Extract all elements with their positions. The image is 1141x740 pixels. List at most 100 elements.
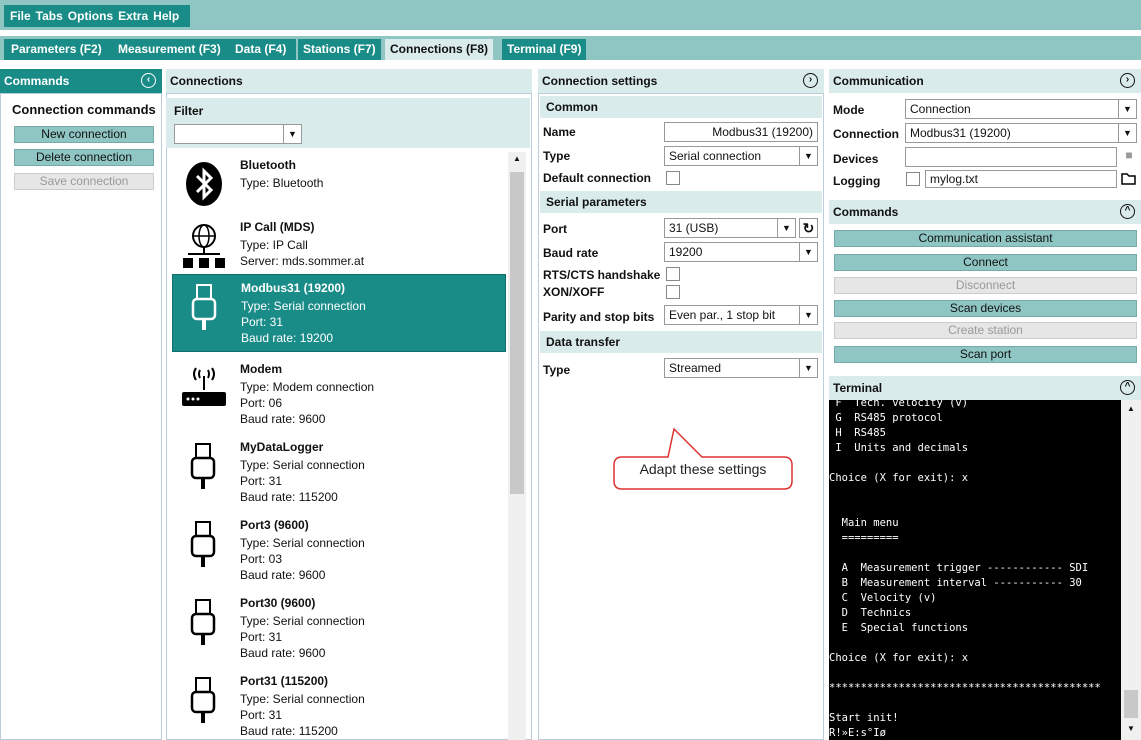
connection-value: Modbus31 (19200): [910, 126, 1011, 140]
transfer-type-value: Streamed: [669, 361, 722, 375]
communication-header: Communication ›: [829, 69, 1141, 93]
connection-name: Bluetooth: [240, 158, 296, 172]
connection-commands-title: Connection commands: [12, 102, 156, 117]
chevron-down-icon: ▼: [799, 306, 817, 324]
scrollbar-thumb[interactable]: [510, 172, 524, 494]
terminal-line: D Technics: [829, 607, 912, 619]
create-station-button[interactable]: Create station: [834, 322, 1137, 339]
transfer-type-select[interactable]: Streamed ▼: [664, 358, 818, 378]
expand-right-icon[interactable]: ›: [1120, 73, 1135, 88]
logging-file-field[interactable]: mylog.txt: [925, 170, 1117, 188]
tab-bar: Parameters (F2) Measurement (F3) Data (F…: [0, 36, 1141, 60]
menu-extra[interactable]: Extra: [118, 9, 148, 23]
right-commands-header: Commands ^: [829, 200, 1141, 224]
baud-rate-label: Baud rate: [543, 246, 599, 260]
parity-select[interactable]: Even par., 1 stop bit ▼: [664, 305, 818, 325]
terminal-title: Terminal: [833, 381, 883, 395]
connection-detail: Server: mds.sommer.at: [240, 254, 365, 268]
trash-icon[interactable]: ■: [1121, 148, 1137, 166]
scroll-up-icon[interactable]: ▲: [1121, 404, 1141, 413]
expand-right-icon[interactable]: ›: [803, 73, 818, 88]
collapse-up-icon[interactable]: ^: [1120, 380, 1135, 395]
connect-button[interactable]: Connect: [834, 254, 1137, 271]
list-item[interactable]: MyDataLogger Type: Serial connection Por…: [172, 434, 506, 512]
type-select[interactable]: Serial connection ▼: [664, 146, 818, 166]
communication-assistant-button[interactable]: Communication assistant: [834, 230, 1137, 247]
menu-help[interactable]: Help: [153, 9, 179, 23]
port-select[interactable]: 31 (USB) ▼: [664, 218, 796, 238]
tab-stations[interactable]: Stations (F7): [298, 39, 381, 60]
terminal-line: Main menu: [829, 517, 899, 529]
connection-detail: Type: Modem connection: [240, 380, 375, 394]
connection-detail: Type: IP Call: [240, 238, 308, 252]
scroll-up-icon[interactable]: ▲: [508, 154, 526, 163]
folder-icon[interactable]: [1120, 170, 1137, 186]
connections-scrollbar[interactable]: ▲: [508, 152, 526, 740]
tab-parameters[interactable]: Parameters (F2): [6, 39, 107, 60]
common-section: Common: [540, 96, 822, 118]
connection-select[interactable]: Modbus31 (19200) ▼: [905, 123, 1137, 143]
callout-text: Adapt these settings: [639, 461, 767, 477]
save-connection-button[interactable]: Save connection: [14, 173, 154, 190]
tab-measurement[interactable]: Measurement (F3): [113, 39, 226, 60]
scan-devices-button[interactable]: Scan devices: [834, 300, 1137, 317]
chevron-down-icon: ▼: [1118, 124, 1136, 142]
default-connection-label: Default connection: [543, 171, 652, 185]
tab-connections[interactable]: Connections (F8): [385, 39, 493, 60]
logging-label: Logging: [833, 174, 881, 188]
connection-detail: Type: Serial connection: [240, 536, 365, 550]
collapse-left-icon[interactable]: ‹: [141, 73, 156, 88]
filter-select[interactable]: ▼: [174, 124, 302, 144]
connection-name: Modem: [240, 362, 282, 376]
menu-bar: File Tabs Options Extra Help: [0, 0, 1141, 30]
rts-cts-checkbox[interactable]: [666, 267, 680, 281]
refresh-icon[interactable]: ↻: [799, 218, 818, 238]
terminal-line: I Units and decimals: [829, 442, 969, 454]
default-connection-checkbox[interactable]: [666, 171, 680, 185]
terminal-output[interactable]: F Tech. velocity (v) G RS485 protocol H …: [829, 400, 1141, 740]
connection-name: IP Call (MDS): [240, 220, 315, 234]
new-connection-button[interactable]: New connection: [14, 126, 154, 143]
terminal-scrollbar[interactable]: ▲ ▼: [1121, 400, 1141, 740]
list-item-selected[interactable]: Modbus31 (19200) Type: Serial connection…: [172, 274, 506, 352]
delete-connection-button[interactable]: Delete connection: [14, 149, 154, 166]
collapse-up-icon[interactable]: ^: [1120, 204, 1135, 219]
list-item[interactable]: Port31 (115200) Type: Serial connection …: [172, 668, 506, 740]
xon-xoff-checkbox[interactable]: [666, 285, 680, 299]
connection-detail: Port: 06: [240, 396, 283, 410]
menu-file[interactable]: File: [10, 9, 31, 23]
devices-field[interactable]: [905, 147, 1117, 167]
filter-label: Filter: [174, 104, 204, 118]
type-label: Type: [543, 149, 571, 163]
name-field[interactable]: Modbus31 (19200): [664, 122, 818, 142]
disconnect-button[interactable]: Disconnect: [834, 277, 1137, 294]
menu-tabs[interactable]: Tabs: [36, 9, 63, 23]
mode-select[interactable]: Connection ▼: [905, 99, 1137, 119]
list-item[interactable]: Port30 (9600) Type: Serial connection Po…: [172, 590, 506, 668]
terminal-line: F Tech. velocity (v): [829, 400, 969, 409]
baud-rate-select[interactable]: 19200 ▼: [664, 242, 818, 262]
connection-detail: Baud rate: 115200: [240, 490, 338, 504]
bluetooth-icon: [186, 162, 222, 206]
tab-data[interactable]: Data (F4): [230, 39, 291, 60]
menu-options[interactable]: Options: [68, 9, 113, 23]
chevron-down-icon: ▼: [799, 359, 817, 377]
terminal-line: C Velocity (v): [829, 592, 937, 604]
logging-checkbox[interactable]: [906, 172, 920, 186]
tab-terminal[interactable]: Terminal (F9): [502, 39, 587, 60]
port-value: 31 (USB): [669, 221, 719, 235]
xon-xoff-label: XON/XOFF: [543, 285, 605, 299]
list-item[interactable]: Modem Type: Modem connection Port: 06 Ba…: [172, 356, 506, 434]
scan-port-button[interactable]: Scan port: [834, 346, 1137, 363]
scrollbar-thumb[interactable]: [1124, 690, 1138, 718]
data-transfer-section: Data transfer: [540, 331, 822, 353]
network-globe-icon: [183, 224, 225, 268]
terminal-line: A Measurement trigger ------------ SDI: [829, 562, 1089, 574]
scroll-down-icon[interactable]: ▼: [1121, 724, 1141, 733]
list-item[interactable]: Port3 (9600) Type: Serial connection Por…: [172, 512, 506, 590]
terminal-line: Choice (X for exit): x: [829, 652, 969, 664]
usb-icon: [191, 284, 217, 330]
